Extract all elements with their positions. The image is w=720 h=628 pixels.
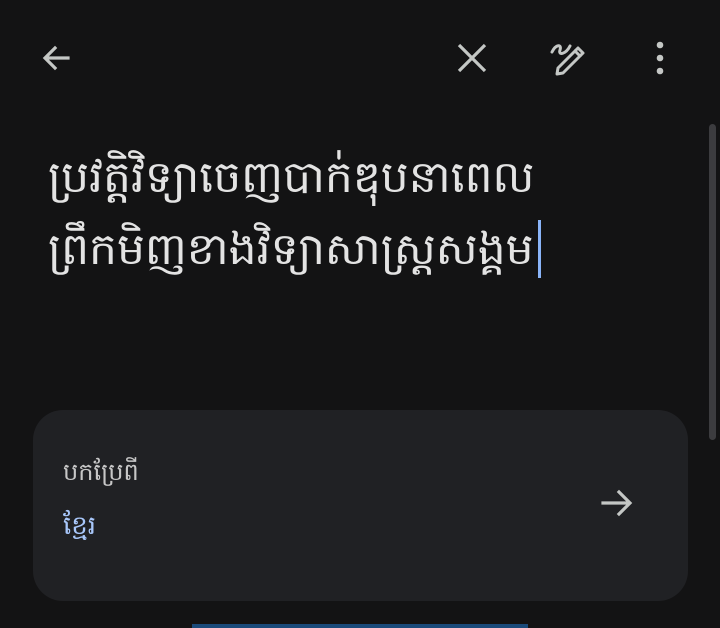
pen-scribble-icon — [548, 38, 588, 78]
more-options-button[interactable] — [630, 28, 690, 88]
source-text: ប្រវត្តិវិទ្យាចេញបាក់ឌុបនាពេលព្រឹកមិញខាង… — [48, 152, 535, 275]
source-text-input[interactable]: ប្រវត្តិវិទ្យាចេញបាក់ឌុបនាពេលព្រឹកមិញខាង… — [48, 142, 658, 286]
translate-input-screen: ប្រវត្តិវិទ្យាចេញបាក់ឌុបនាពេលព្រឹកមិញខាង… — [0, 0, 720, 628]
translate-from-card[interactable]: បកប្រែពី ខ្មែរ — [33, 410, 688, 601]
close-icon — [455, 41, 489, 75]
handwriting-button[interactable] — [538, 28, 598, 88]
text-cursor — [537, 220, 541, 278]
clear-button[interactable] — [442, 28, 502, 88]
bottom-indicator — [192, 624, 528, 628]
scrollbar[interactable] — [709, 124, 716, 440]
translate-from-label: បកប្រែពី — [63, 458, 139, 486]
arrow-right-icon — [598, 484, 636, 526]
translate-arrow-button[interactable] — [588, 476, 646, 534]
more-vertical-icon — [654, 40, 666, 76]
back-button[interactable] — [26, 28, 86, 88]
source-language: ខ្មែរ — [63, 511, 97, 541]
arrow-left-icon — [38, 40, 74, 76]
